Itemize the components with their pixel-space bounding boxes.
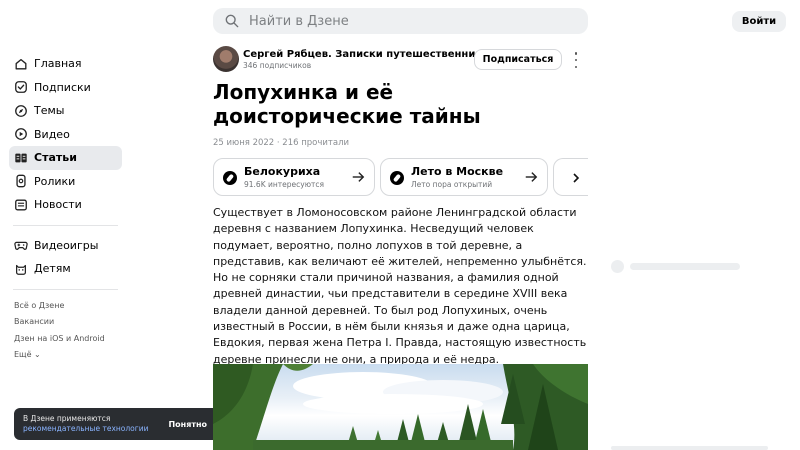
footer-link-apps[interactable]: Дзен на iOS и Android [9, 331, 122, 348]
article-photo [213, 364, 588, 450]
topic-name: Лето в Москве [411, 165, 504, 178]
scroll-right-button[interactable] [566, 168, 586, 188]
subscribe-button[interactable]: Подписаться [474, 49, 562, 70]
articles-icon [15, 153, 27, 163]
sidebar-item-label: Видео [34, 127, 70, 141]
arrow-right-icon [525, 172, 538, 182]
page-title: Лопухинка и её доисторические тайны [213, 80, 481, 128]
sidebar-item-home[interactable]: Главная [9, 52, 122, 76]
cookie-toast: В Дзене применяются рекомендательные тех… [14, 408, 221, 440]
topic-subtitle: 91.6K интересуются [244, 180, 325, 189]
sidebar-item-label: Подписки [34, 80, 91, 94]
loading-placeholder [611, 260, 624, 273]
gamepad-icon [14, 242, 28, 251]
divider [13, 224, 118, 226]
search-bar[interactable] [213, 8, 588, 34]
cookie-accept-button[interactable]: Понятно [168, 420, 207, 429]
footer-link-jobs[interactable]: Вакансии [9, 314, 122, 331]
cookie-toast-link[interactable]: рекомендательные технологии [23, 424, 168, 434]
shorts-icon [16, 174, 26, 188]
topic-subtitle: Лето пора открытий [411, 180, 493, 189]
cookie-toast-message: В Дзене применяются [23, 414, 111, 423]
subscriptions-icon [15, 81, 27, 94]
sidebar-item-shorts[interactable]: Ролики [9, 170, 122, 194]
article-body: Существует в Ломоносовском районе Ленинг… [213, 206, 587, 366]
sidebar-item-articles[interactable]: Статьи [9, 146, 122, 170]
footer-link-more[interactable]: Ещё [9, 347, 122, 364]
author-subscribers: 346 подписчиков [243, 61, 312, 70]
sidebar: Главная Подписки Темы Видео Статьи Ролик… [9, 52, 122, 364]
compass-icon [15, 104, 27, 117]
search-icon [225, 14, 239, 28]
sidebar-item-games[interactable]: Видеоигры [9, 234, 122, 258]
sidebar-item-label: Ролики [34, 174, 76, 188]
sidebar-item-label: Детям [34, 262, 71, 276]
sidebar-item-label: Темы [34, 104, 65, 118]
sidebar-item-kids[interactable]: Детям [9, 257, 122, 281]
kids-icon [16, 264, 26, 275]
chevron-right-icon [573, 173, 580, 183]
sidebar-item-label: Статьи [34, 151, 77, 165]
sidebar-item-label: Новости [34, 198, 82, 212]
cookie-toast-text: В Дзене применяются рекомендательные тех… [23, 414, 168, 434]
sidebar-item-news[interactable]: Новости [9, 193, 122, 217]
sidebar-item-video[interactable]: Видео [9, 123, 122, 147]
compass-icon [223, 171, 237, 185]
forest-photo [213, 364, 588, 450]
topic-name: Белокуриха [244, 165, 321, 178]
more-options-icon[interactable] [571, 52, 581, 68]
loading-placeholder [630, 263, 740, 270]
news-icon [15, 199, 27, 211]
avatar[interactable] [213, 46, 239, 72]
compass-icon [390, 171, 404, 185]
footer-link-about[interactable]: Всё о Дзене [9, 298, 122, 315]
video-icon [15, 128, 27, 141]
sidebar-item-topics[interactable]: Темы [9, 99, 122, 123]
author-name[interactable]: Сергей Рябцев. Записки путешественника [243, 49, 489, 60]
search-input[interactable] [249, 13, 549, 29]
divider [13, 288, 118, 290]
sidebar-item-label: Видеоигры [34, 238, 99, 252]
topic-card-summer-moscow[interactable]: Лето в Москве Лето пора открытий [380, 158, 548, 196]
loading-placeholder [611, 446, 768, 450]
arrow-right-icon [352, 172, 365, 182]
login-button[interactable]: Войти [732, 11, 786, 32]
home-icon [15, 58, 27, 70]
article-meta: 25 июня 2022 · 216 прочитали [213, 138, 350, 148]
topic-card-belokurikha[interactable]: Белокуриха 91.6K интересуются [213, 158, 375, 196]
sidebar-item-subscriptions[interactable]: Подписки [9, 76, 122, 100]
sidebar-item-label: Главная [34, 57, 82, 71]
